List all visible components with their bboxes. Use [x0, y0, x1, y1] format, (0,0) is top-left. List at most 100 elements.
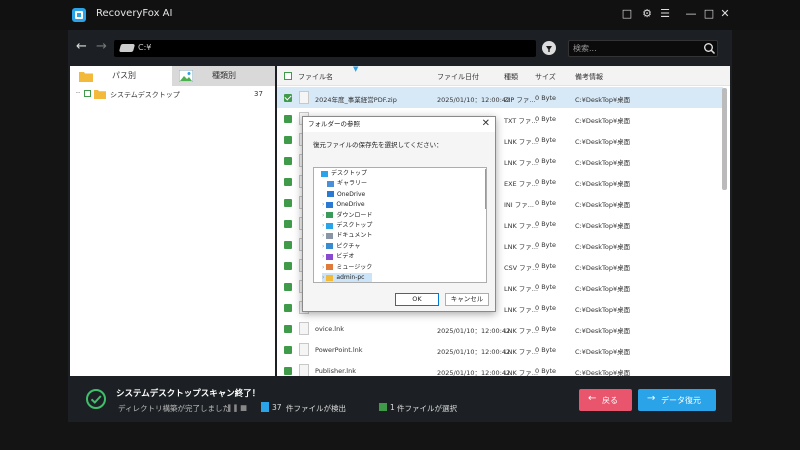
table-row[interactable]: 2024年度_事業経営PDF.zip 2025/01/10：12:00:42 ZIP…	[277, 87, 723, 108]
cell-type: LNK ファ...	[504, 348, 539, 356]
cell-name: PowerPoint.lnk	[315, 346, 363, 354]
back-arrow-icon[interactable]: ←	[76, 40, 87, 54]
row-checkbox[interactable]	[284, 220, 292, 228]
folder-icon	[326, 274, 334, 281]
folder-tree-item[interactable]: › admin-pc	[322, 273, 372, 282]
folder-tree-item[interactable]: › デスクトップ	[322, 221, 372, 231]
cell-size: 0 Byte	[535, 283, 557, 291]
pause-icon[interactable]: ❚❚	[226, 403, 239, 412]
back-button-label: 戻る	[602, 396, 618, 405]
cell-note: C:¥DeskTop¥桌面	[575, 243, 631, 251]
row-checkbox[interactable]	[284, 325, 292, 333]
expand-chevron-icon[interactable]: ›	[322, 264, 324, 271]
col-name[interactable]: ファイル名	[298, 72, 333, 82]
cancel-button[interactable]: キャンセル	[445, 293, 489, 306]
col-size[interactable]: サイズ	[535, 72, 556, 82]
scan-complete-title: システムデスクトップスキャン終了！	[116, 389, 261, 399]
col-note[interactable]: 備考情報	[575, 72, 603, 82]
row-checkbox[interactable]	[284, 199, 292, 207]
cell-type: LNK ファ...	[504, 243, 539, 251]
recover-arrow-icon: →	[647, 393, 656, 404]
file-icon	[299, 343, 309, 356]
row-checkbox[interactable]	[284, 262, 292, 270]
close-icon[interactable]: ✕	[718, 7, 732, 21]
folder-icon	[321, 170, 328, 177]
row-checkbox[interactable]	[284, 304, 292, 312]
tab-by-path[interactable]: パス別	[70, 66, 172, 86]
path-bar[interactable]	[114, 40, 536, 57]
expand-chevron-icon[interactable]: ›	[322, 232, 324, 239]
back-arrow-icon: ←	[588, 393, 597, 404]
cell-note: C:¥DeskTop¥桌面	[575, 369, 631, 376]
left-panel	[70, 66, 275, 376]
cell-type: LNK ファ...	[504, 159, 539, 167]
title-bar: RecoveryFox AI □ ⚙ ☰ — □ ✕	[0, 0, 800, 30]
expand-chevron-icon[interactable]: ›	[322, 243, 324, 250]
folder-tree-item[interactable]: OneDrive	[322, 190, 365, 200]
cell-date: 2025/01/10：12:00:42	[437, 96, 511, 104]
expand-chevron-icon[interactable]: ›	[322, 201, 324, 208]
col-date[interactable]: ファイル日付	[437, 72, 479, 82]
dialog-folder-tree[interactable]: デスクトップ ギャラリー OneDrive › OneDrive › ダウンロード › デスクト…	[313, 167, 487, 283]
folder-tree-item[interactable]: › ダウンロード	[322, 211, 372, 221]
ok-button[interactable]: OK	[395, 293, 439, 306]
row-checkbox[interactable]	[284, 367, 292, 375]
folder-tree-label: admin-pc	[336, 274, 365, 281]
expand-chevron-icon[interactable]: ›	[322, 222, 324, 229]
filter-icon[interactable]	[542, 41, 556, 55]
cell-note: C:¥DeskTop¥桌面	[575, 348, 631, 356]
cell-type: ZIP ファ...	[504, 96, 536, 104]
folder-tree-item[interactable]: › ドキュメント	[322, 231, 372, 241]
forward-arrow-icon[interactable]: →	[96, 40, 107, 54]
tree-item-label: システムデスクトップ	[110, 91, 180, 99]
check-circle-icon	[86, 389, 106, 409]
tab-by-type[interactable]: 種類別	[172, 66, 275, 86]
back-button[interactable]: ← 戻る	[579, 389, 632, 411]
expand-chevron-icon[interactable]: ›	[322, 212, 324, 219]
folder-tree-item[interactable]: デスクトップ	[316, 169, 367, 179]
dialog-scrollbar[interactable]	[485, 169, 486, 209]
gear-icon[interactable]: ⚙	[640, 7, 654, 21]
folder-tree-item[interactable]: › ミュージック	[322, 263, 372, 273]
col-type[interactable]: 種類	[504, 72, 518, 82]
table-scrollbar[interactable]	[722, 88, 727, 190]
row-checkbox[interactable]	[284, 241, 292, 249]
expand-chevron-icon[interactable]: ›	[322, 253, 324, 260]
cell-size: 0 Byte	[535, 241, 557, 249]
row-checkbox[interactable]	[284, 346, 292, 354]
row-checkbox[interactable]	[284, 115, 292, 123]
stop-icon[interactable]: ■	[240, 403, 247, 412]
folder-tree-label: ピクチャ	[336, 242, 361, 250]
search-placeholder: 検索...	[573, 44, 597, 53]
tree-item-desktop[interactable]: ┄ システムデスクトップ 37	[76, 88, 272, 100]
select-all-checkbox[interactable]	[284, 72, 292, 80]
row-checkbox[interactable]	[284, 157, 292, 165]
folder-tree-item[interactable]: › OneDrive	[322, 200, 365, 210]
table-row[interactable]: Publisher.lnk 2025/01/10：12:00:42 LNK ファ..…	[277, 360, 723, 376]
row-checkbox[interactable]	[284, 178, 292, 186]
tree-checkbox[interactable]	[84, 90, 91, 97]
cell-size: 0 Byte	[535, 157, 557, 165]
feedback-icon[interactable]: □	[620, 7, 634, 21]
folder-tree-item[interactable]: › ビデオ	[322, 252, 354, 262]
search-icon[interactable]	[703, 42, 716, 55]
recover-button[interactable]: → データ復元	[638, 389, 716, 411]
maximize-icon[interactable]: □	[702, 7, 716, 21]
cell-type: INI ファ...	[504, 201, 534, 209]
folder-tree-item[interactable]: ギャラリー	[322, 179, 367, 189]
minimize-icon[interactable]: —	[684, 7, 698, 21]
cell-size: 0 Byte	[535, 220, 557, 228]
row-checkbox[interactable]	[284, 283, 292, 291]
selected-count: 1	[390, 403, 395, 412]
expand-chevron-icon[interactable]: ›	[322, 274, 324, 281]
menu-icon[interactable]: ☰	[658, 7, 672, 21]
folder-tree-item[interactable]: › ピクチャ	[322, 242, 360, 252]
row-checkbox[interactable]	[284, 94, 292, 102]
table-row[interactable]: PowerPoint.lnk 2025/01/10：12:00:42 LNK ファ.…	[277, 339, 723, 360]
cell-size: 0 Byte	[535, 199, 557, 207]
table-row[interactable]: ovice.lnk 2025/01/10：12:00:42 LNK ファ... 0 B…	[277, 318, 723, 339]
tab-by-path-label: パス別	[112, 71, 136, 80]
dialog-title-text: フォルダーの参照	[308, 120, 360, 128]
dialog-close-icon[interactable]: ✕	[482, 118, 490, 129]
row-checkbox[interactable]	[284, 136, 292, 144]
